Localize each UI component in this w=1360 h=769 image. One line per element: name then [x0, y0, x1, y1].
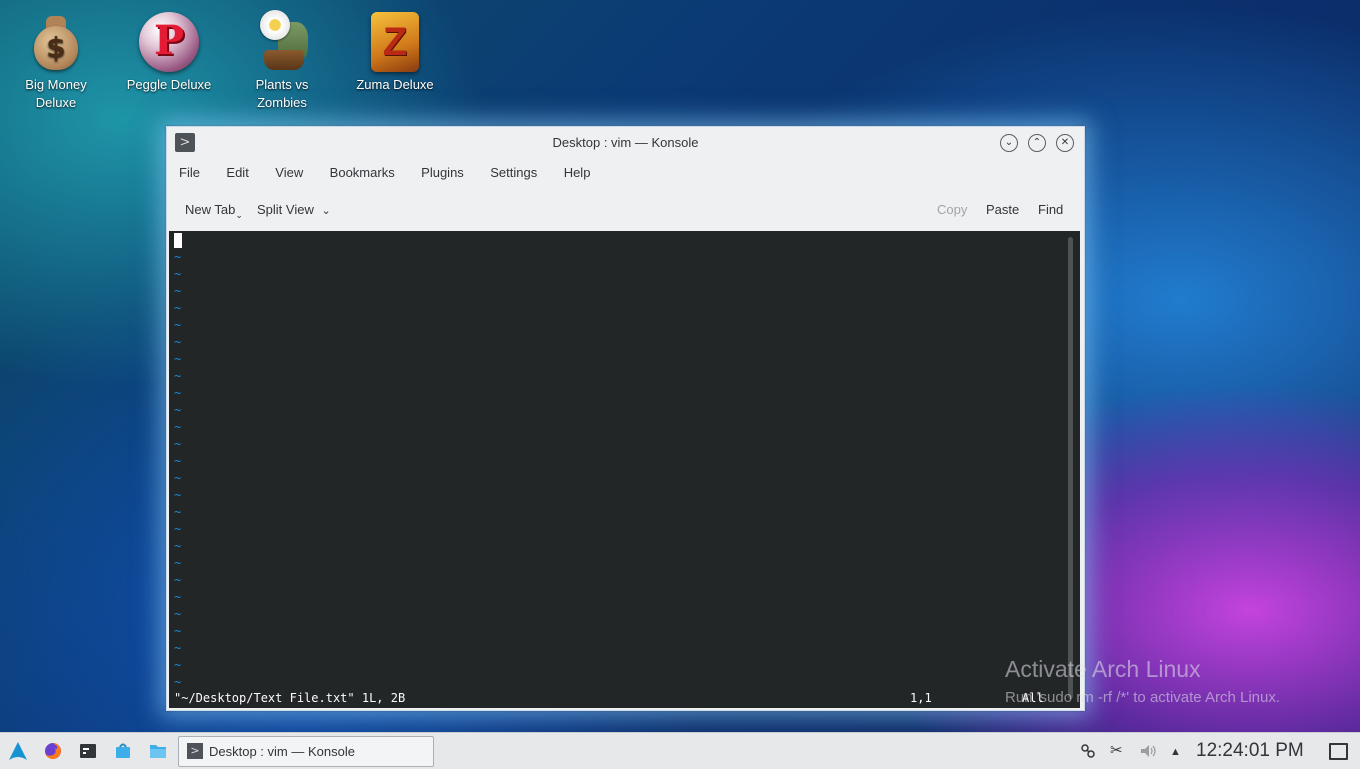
zuma-icon: Z — [363, 10, 427, 74]
tilde-marker: ~ — [174, 369, 182, 383]
text-cursor — [174, 233, 182, 248]
desktop-icon-label: Peggle Deluxe — [126, 77, 212, 92]
tilde-marker: ~ — [174, 539, 182, 553]
menu-view[interactable]: View — [273, 163, 305, 182]
close-button[interactable]: ✕ — [1056, 134, 1074, 152]
terminal-view[interactable]: ~ ~ ~ ~ ~ ~ ~ ~ ~ ~ ~ ~ ~ ~ ~ ~ ~ ~ ~ ~ ~ ~ ~ ~ ~ ~ "~/Desktop/Te… — [169, 231, 1080, 708]
tilde-marker: ~ — [174, 386, 182, 400]
desktop-icon-label: Big Money Deluxe — [25, 77, 87, 110]
tilde-marker: ~ — [174, 641, 182, 655]
window-title: Desktop : vim — Konsole — [552, 135, 699, 150]
tilde-marker: ~ — [174, 522, 182, 536]
vim-file-status: "~/Desktop/Text File.txt" 1L, 2B — [174, 691, 406, 705]
tilde-marker: ~ — [174, 675, 182, 689]
desktop-icon-label: Plants vs Zombies — [255, 77, 309, 110]
title-bar[interactable]: > Desktop : vim — Konsole ⌄ ⌃ ✕ — [167, 127, 1084, 159]
tilde-marker: ~ — [174, 318, 182, 332]
tilde-marker: ~ — [174, 437, 182, 451]
peggle-ball-icon: P — [137, 10, 201, 74]
find-button[interactable]: Find — [1038, 202, 1063, 217]
clock[interactable]: 12:24:01 PM — [1196, 740, 1304, 762]
money-bag-icon: $ — [24, 10, 88, 74]
desktop-icon-big-money[interactable]: $ Big Money Deluxe — [6, 4, 106, 112]
task-label: Desktop : vim — Konsole — [209, 744, 355, 759]
konsole-window[interactable]: > Desktop : vim — Konsole ⌄ ⌃ ✕ File Edi… — [166, 126, 1085, 711]
watermark-subtitle: Run 'sudo rm -rf /*' to activate Arch Li… — [1005, 689, 1281, 706]
tilde-marker: ~ — [174, 505, 182, 519]
copy-button[interactable]: Copy — [937, 202, 967, 217]
tilde-marker: ~ — [174, 488, 182, 502]
dropdown-indicator-icon: ⌄ — [235, 210, 243, 220]
tilde-marker: ~ — [174, 301, 182, 315]
tray-expand-icon[interactable]: ▲ — [1170, 743, 1181, 761]
minimize-button[interactable]: ⌄ — [1000, 134, 1018, 152]
activation-watermark: Activate Arch Linux Run 'sudo rm -rf /*'… — [1005, 656, 1280, 706]
menu-edit[interactable]: Edit — [224, 163, 250, 182]
chevron-down-icon: ⌄ — [321, 205, 331, 217]
menu-plugins[interactable]: Plugins — [419, 163, 466, 182]
new-tab-button[interactable]: New Tab⌄ — [185, 202, 243, 221]
tilde-marker: ~ — [174, 284, 182, 298]
tilde-marker: ~ — [174, 624, 182, 638]
system-monitor-icon[interactable] — [78, 741, 98, 761]
tilde-marker: ~ — [174, 471, 182, 485]
menu-bar: File Edit View Bookmarks Plugins Setting… — [177, 163, 610, 185]
tilde-marker: ~ — [174, 352, 182, 366]
tilde-marker: ~ — [174, 454, 182, 468]
show-desktop-icon[interactable] — [1329, 743, 1348, 760]
desktop-icon-zuma[interactable]: Z Zuma Deluxe — [345, 4, 445, 94]
new-tab-label: New Tab — [185, 202, 236, 217]
network-icon[interactable] — [1079, 742, 1097, 765]
tilde-marker: ~ — [174, 420, 182, 434]
split-view-button[interactable]: Split View ⌄ — [257, 202, 331, 217]
desktop-icon-peggle[interactable]: P Peggle Deluxe — [119, 4, 219, 94]
menu-help[interactable]: Help — [562, 163, 593, 182]
tilde-marker: ~ — [174, 573, 182, 587]
tilde-marker: ~ — [174, 556, 182, 570]
tilde-marker: ~ — [174, 403, 182, 417]
volume-icon[interactable] — [1139, 742, 1159, 765]
tilde-marker: ~ — [174, 250, 182, 264]
desktop-icon-label: Zuma Deluxe — [356, 77, 434, 92]
taskbar-konsole-task[interactable]: > Desktop : vim — Konsole — [178, 736, 434, 767]
store-icon[interactable] — [113, 741, 133, 761]
taskbar: > Desktop : vim — Konsole ✂ ▲ 12:24:01 P… — [0, 732, 1360, 769]
menu-settings[interactable]: Settings — [488, 163, 539, 182]
menu-file[interactable]: File — [177, 163, 202, 182]
terminal-icon: > — [187, 743, 203, 759]
tilde-marker: ~ — [174, 607, 182, 621]
maximize-button[interactable]: ⌃ — [1028, 134, 1046, 152]
tilde-marker: ~ — [174, 658, 182, 672]
arch-launcher-icon[interactable] — [8, 741, 28, 761]
plants-vs-zombies-icon — [250, 10, 314, 74]
split-view-label: Split View — [257, 202, 314, 217]
toolbar: New Tab⌄ Split View ⌄ Copy Paste Find — [167, 193, 1084, 225]
terminal-scrollbar[interactable] — [1068, 237, 1073, 699]
vim-cursor-position: 1,1 — [910, 691, 932, 705]
menu-bookmarks[interactable]: Bookmarks — [328, 163, 397, 182]
watermark-title: Activate Arch Linux — [1005, 656, 1201, 682]
firefox-icon[interactable] — [43, 741, 63, 761]
tilde-marker: ~ — [174, 267, 182, 281]
scissors-icon[interactable]: ✂ — [1110, 742, 1123, 760]
desktop-icon-plants-vs-zombies[interactable]: Plants vs Zombies — [232, 4, 332, 112]
paste-button[interactable]: Paste — [986, 202, 1019, 217]
tilde-marker: ~ — [174, 590, 182, 604]
tilde-marker: ~ — [174, 335, 182, 349]
file-manager-icon[interactable] — [148, 741, 168, 761]
